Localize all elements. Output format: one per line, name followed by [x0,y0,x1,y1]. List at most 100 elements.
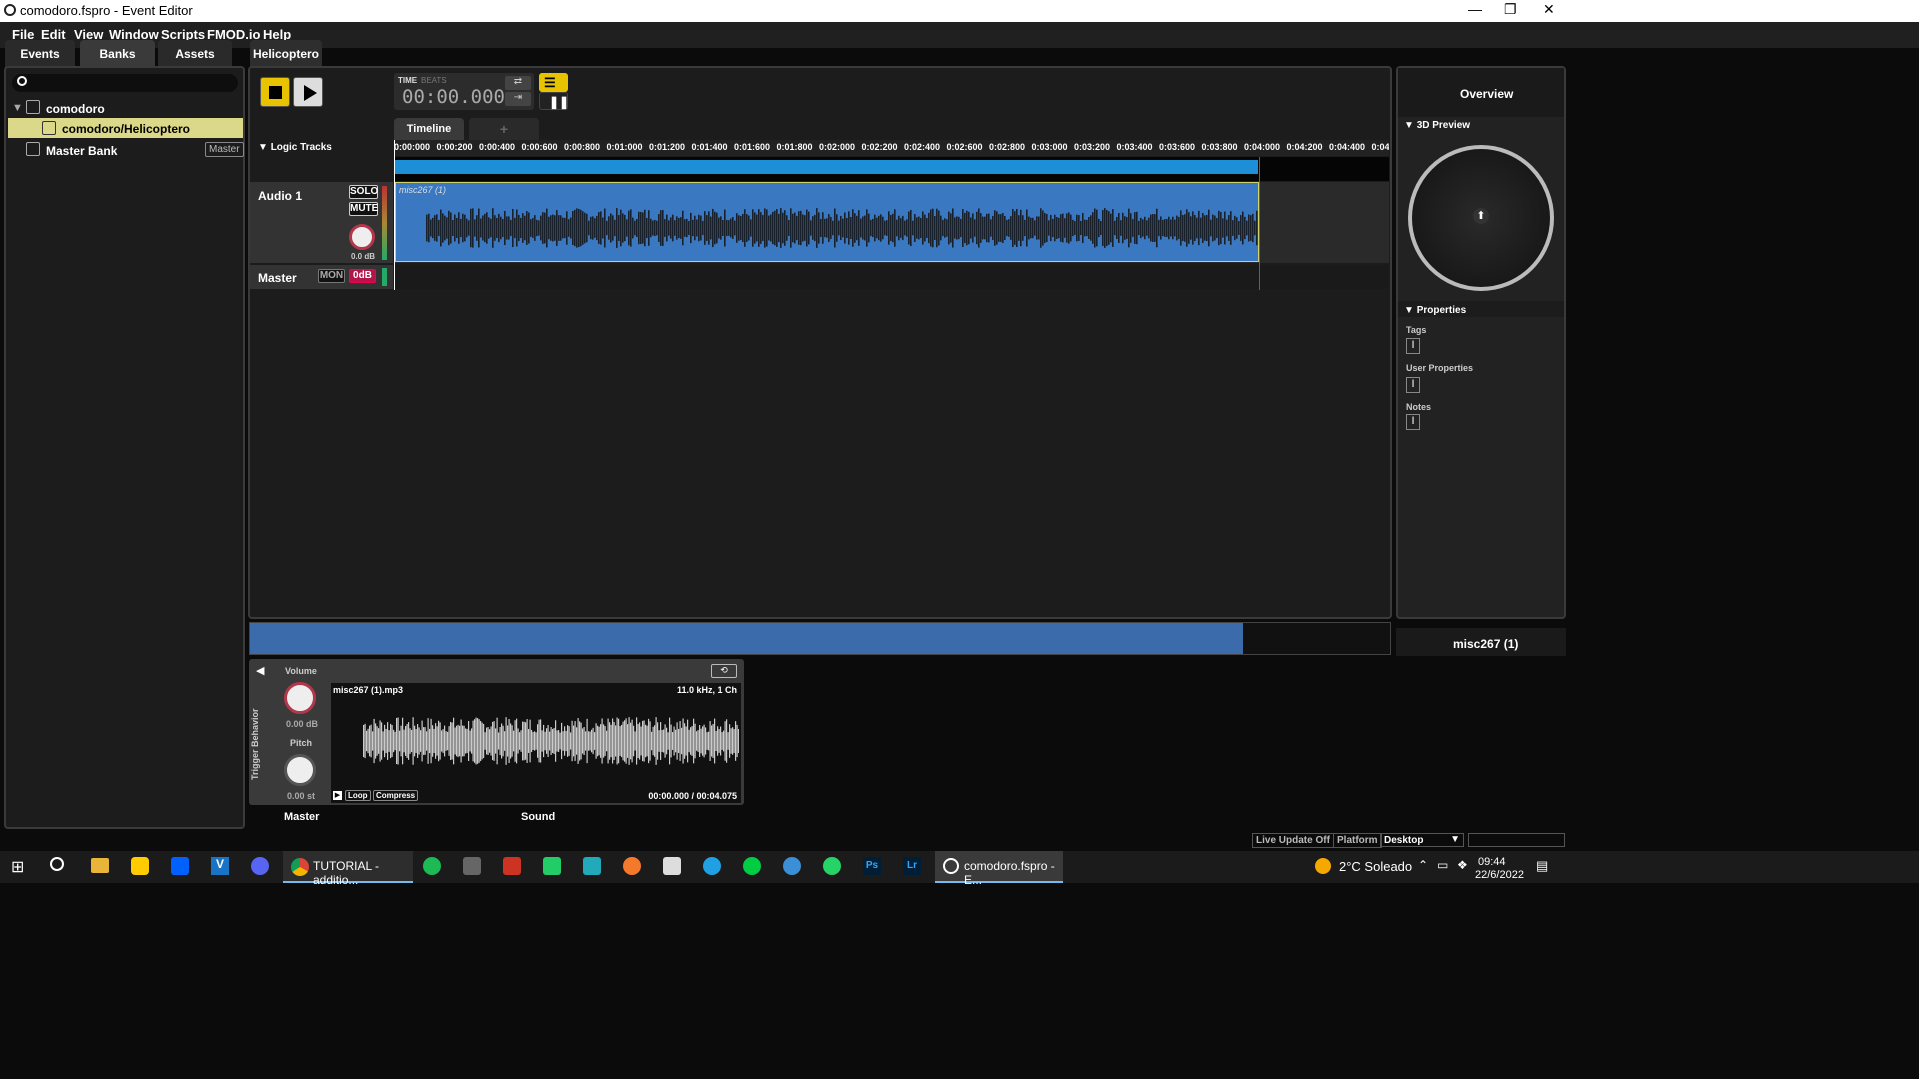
deck-collapse-icon[interactable]: ◀ [256,664,264,677]
spotify-icon[interactable] [423,857,441,875]
platform-select[interactable]: Desktop ▼ [1380,833,1464,847]
waveform-sample [452,220,454,236]
pause-button[interactable]: ❚❚ [539,92,569,110]
waveform-sample [625,718,627,764]
bank-comodoro[interactable]: comodoro [46,102,105,116]
listener-icon[interactable]: ⬆ [1473,208,1489,224]
notes-edit-button[interactable]: I [1406,414,1420,430]
loop-toggle-icon[interactable]: ⟲ [711,664,737,678]
game-app-icon[interactable] [463,857,481,875]
photoshop-icon[interactable]: Ps [863,857,881,875]
master-bank[interactable]: Master Bank [46,144,117,158]
clock-time[interactable]: 09:44 [1478,856,1506,868]
discord-icon[interactable] [251,857,269,875]
upwork-icon[interactable] [743,857,761,875]
trigger-behavior-label[interactable]: Trigger Behavior [250,700,268,780]
app-yellow-icon[interactable] [131,857,149,875]
playhead[interactable] [394,140,395,290]
audio-track-header[interactable]: Audio 1 SOLO MUTE 0.0 dB [250,182,393,263]
tree-item-selected[interactable]: comodoro/Helicoptero [8,118,243,138]
live-update-button[interactable]: Live Update Off [1252,833,1334,848]
3d-app-icon[interactable] [583,857,601,875]
waveform-sample [734,220,736,236]
vegas-icon[interactable]: V [211,857,229,875]
waveform-sample [457,724,459,758]
play-sound-icon[interactable]: ▶ [333,791,342,800]
blender-icon[interactable] [623,857,641,875]
close-button[interactable]: ✕ [1543,1,1555,18]
overview-scroll-thumb[interactable] [250,623,1243,654]
weather-text[interactable]: 2°C Soleado [1339,859,1412,874]
track-volume-knob[interactable] [349,224,375,250]
compress-button[interactable]: Compress [373,790,419,801]
master-track-header[interactable]: Master MON 0dB [250,265,393,289]
waveform-sample [424,727,426,755]
edge-icon[interactable] [703,857,721,875]
dropbox-tray-icon[interactable]: ❖ [1457,858,1468,872]
add-parameter-tab[interactable]: + [469,118,539,142]
solo-button[interactable]: SOLO [349,185,378,199]
logic-tracks-header[interactable]: ▼ Logic Tracks [258,142,332,153]
3d-preview-header[interactable]: ▼ 3D Preview [1404,120,1470,131]
tab-banks[interactable]: Banks [80,40,155,68]
search-input[interactable] [12,74,238,92]
tab-event-helicoptero[interactable]: Helicoptero [250,40,322,68]
timeline-region-bar[interactable] [395,160,1258,174]
mon-button[interactable]: MON [318,269,345,283]
tray-chevron-up-icon[interactable]: ⌃ [1418,858,1428,872]
file-explorer-icon[interactable] [91,858,109,873]
waveform-sample [472,208,474,248]
timeline-ruler[interactable]: 0:00:000 0:00:200 0:00:400 0:00:600 0:00:800… [394,140,1389,156]
tab-timeline[interactable]: Timeline [394,118,464,142]
waveform-sample [540,215,542,241]
waveform-sample [1082,212,1084,244]
pitch-knob[interactable] [284,754,316,786]
sound-waveform-panel[interactable]: misc267 (1).mp3 11.0 kHz, 1 Ch ▶ Loop Co… [331,683,741,803]
whatsapp-icon[interactable] [823,857,841,875]
sync-app-icon[interactable] [783,857,801,875]
3d-preview-sphere[interactable]: ⬆ [1408,145,1554,291]
minimize-button[interactable]: — [1468,1,1482,17]
waveform-sample [1216,218,1218,238]
odb-button[interactable]: 0dB [349,269,376,283]
taskbar-chrome-button[interactable]: TUTORIAL - additio... [283,851,413,887]
roblox-icon[interactable] [663,857,681,875]
waveform-sample [640,211,642,245]
tab-assets[interactable]: Assets [158,40,232,68]
waveform-sample [433,728,435,754]
audio-clip-misc267[interactable]: misc267 (1) [395,182,1259,262]
volume-knob[interactable] [284,682,316,714]
play-button[interactable] [293,77,323,107]
collapse-arrow-icon[interactable]: ▼ [12,102,23,114]
waveform-sample [822,212,824,244]
green-app-icon[interactable] [543,857,561,875]
taskbar-fmod-button[interactable]: comodoro.fspro - E... [935,851,1063,887]
tags-edit-button[interactable]: I [1406,338,1420,354]
properties-header[interactable]: ▼ Properties [1404,305,1466,316]
stop-button[interactable] [260,77,290,107]
overview-scrollbar[interactable] [249,622,1391,655]
restore-button[interactable]: ❐ [1504,1,1517,18]
waveform-sample [594,218,596,238]
user-properties-edit-button[interactable]: I [1406,377,1420,393]
waveform-sample [638,211,640,245]
waveform-sample [655,717,657,765]
waveform-sample [696,219,698,237]
notifications-icon[interactable]: ▤ [1536,858,1548,874]
windows-start-icon[interactable]: ⊞ [11,857,24,877]
weather-sun-icon[interactable] [1315,858,1331,874]
toggle-deck-button[interactable]: ☰ [539,73,568,92]
red-app-icon[interactable] [503,857,521,875]
tab-events[interactable]: Events [5,40,75,68]
loop-button[interactable]: Loop [345,790,371,801]
waveform-sample [669,717,671,765]
dropbox-icon[interactable] [171,857,189,875]
master-track-lane [394,265,1389,289]
lightroom-icon[interactable]: Lr [903,857,921,875]
loop-playback-button[interactable]: ⇄ [505,76,531,90]
network-icon[interactable]: ▭ [1437,858,1448,872]
mute-button[interactable]: MUTE [349,202,378,216]
follow-playhead-button[interactable]: ⇥ [505,92,531,106]
clock-date[interactable]: 22/6/2022 [1475,869,1524,881]
search-taskbar-icon[interactable] [50,857,64,871]
